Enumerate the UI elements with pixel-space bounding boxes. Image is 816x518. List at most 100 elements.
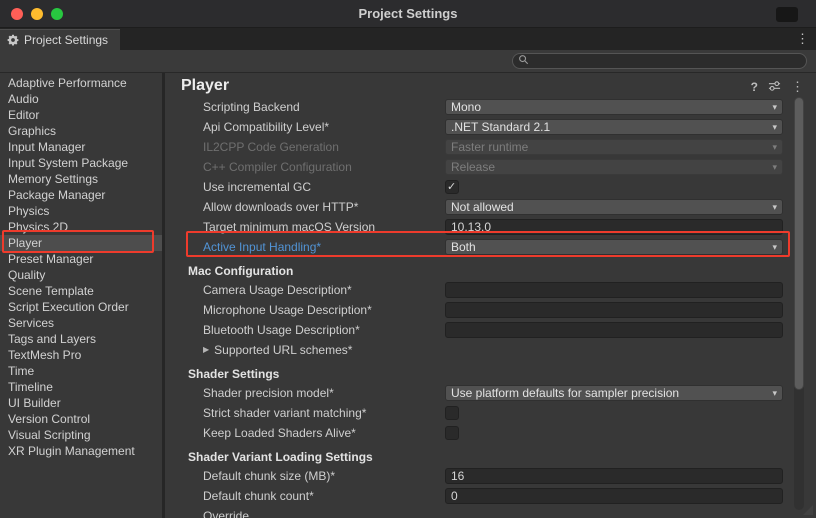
chevron-down-icon: ▾: [772, 162, 777, 173]
api-compatibility-level-dropdown[interactable]: .NET Standard 2.1 ▾: [445, 119, 783, 135]
row-shader-precision-model: Shader precision model* Use platform def…: [165, 383, 788, 403]
row-supported-url-schemes: ▶ Supported URL schemes*: [165, 340, 788, 360]
active-input-handling-dropdown[interactable]: Both ▾: [445, 239, 783, 255]
field-label: Microphone Usage Description*: [203, 303, 445, 317]
sidebar-item-preset-manager[interactable]: Preset Manager: [0, 251, 162, 267]
sidebar-item-tags-and-layers[interactable]: Tags and Layers: [0, 331, 162, 347]
section-mac-configuration: Mac Configuration: [165, 262, 788, 280]
sidebar-item-visual-scripting[interactable]: Visual Scripting: [0, 427, 162, 443]
row-cpp-compiler-configuration: C++ Compiler Configuration Release ▾: [165, 157, 788, 177]
player-settings-panel: Player ? ⋮ Scripting Backend Mono ▾: [165, 73, 816, 518]
window-title: Project Settings: [0, 6, 816, 21]
field-label: C++ Compiler Configuration: [203, 160, 445, 174]
section-title: Shader Settings: [188, 367, 279, 381]
panel-header: Player: [165, 75, 816, 97]
search-box[interactable]: [512, 53, 807, 69]
section-shader-variant-loading-settings: Shader Variant Loading Settings: [165, 448, 788, 466]
sidebar-item-audio[interactable]: Audio: [0, 91, 162, 107]
use-incremental-gc-checkbox[interactable]: ✓: [445, 180, 459, 194]
sidebar-item-input-manager[interactable]: Input Manager: [0, 139, 162, 155]
vertical-scrollbar[interactable]: [794, 97, 804, 510]
project-settings-window: Project Settings Project Settings ⋮ Adap…: [0, 0, 816, 518]
field-label: Keep Loaded Shaders Alive*: [203, 426, 445, 440]
chevron-down-icon: ▾: [772, 202, 777, 213]
sidebar-item-version-control[interactable]: Version Control: [0, 411, 162, 427]
sidebar-item-memory-settings[interactable]: Memory Settings: [0, 171, 162, 187]
resize-grip[interactable]: [803, 505, 813, 515]
titlebar: Project Settings: [0, 0, 816, 28]
sidebar-item-package-manager[interactable]: Package Manager: [0, 187, 162, 203]
shader-precision-model-dropdown[interactable]: Use platform defaults for sampler precis…: [445, 385, 783, 401]
row-strict-shader-variant-matching: Strict shader variant matching* ✓: [165, 403, 788, 423]
row-il2cpp-code-generation: IL2CPP Code Generation Faster runtime ▾: [165, 137, 788, 157]
tab-bar: Project Settings ⋮: [0, 28, 816, 50]
field-label: Strict shader variant matching*: [203, 406, 445, 420]
field-label: Use incremental GC: [203, 180, 445, 194]
strict-shader-variant-matching-checkbox[interactable]: ✓: [445, 406, 459, 420]
chevron-down-icon: ▾: [772, 102, 777, 113]
row-camera-usage-description: Camera Usage Description*: [165, 280, 788, 300]
panel-header-icons: ? ⋮: [751, 79, 804, 95]
row-bluetooth-usage-description: Bluetooth Usage Description*: [165, 320, 788, 340]
scripting-backend-dropdown[interactable]: Mono ▾: [445, 99, 783, 115]
sidebar-item-time[interactable]: Time: [0, 363, 162, 379]
sidebar-item-physics-2d[interactable]: Physics 2D: [0, 219, 162, 235]
field-label: Scripting Backend: [203, 100, 445, 114]
check-icon: ✓: [447, 181, 456, 193]
kebab-menu-icon[interactable]: ⋮: [791, 79, 804, 95]
sidebar-item-quality[interactable]: Quality: [0, 267, 162, 283]
field-label: Default chunk size (MB)*: [203, 469, 445, 483]
sidebar-item-input-system-package[interactable]: Input System Package: [0, 155, 162, 171]
field-label: Default chunk count*: [203, 489, 445, 503]
section-title: Shader Variant Loading Settings: [188, 450, 373, 464]
row-allow-downloads-over-http: Allow downloads over HTTP* Not allowed ▾: [165, 197, 788, 217]
foldout-arrow-icon[interactable]: ▶: [203, 345, 209, 354]
field-label: Api Compatibility Level*: [203, 120, 445, 134]
content: Adaptive Performance Audio Editor Graphi…: [0, 73, 816, 518]
section-title: Mac Configuration: [188, 264, 293, 278]
sidebar-item-scene-template[interactable]: Scene Template: [0, 283, 162, 299]
settings-rows: Scripting Backend Mono ▾ Api Compatibili…: [165, 97, 788, 518]
allow-downloads-over-http-dropdown[interactable]: Not allowed ▾: [445, 199, 783, 215]
cpp-compiler-configuration-dropdown: Release ▾: [445, 159, 783, 175]
camera-usage-description-field[interactable]: [445, 282, 783, 298]
supported-url-schemes-foldout[interactable]: Supported URL schemes*: [214, 343, 456, 357]
help-icon[interactable]: ?: [751, 80, 758, 94]
row-default-chunk-size: Default chunk size (MB)*: [165, 466, 788, 486]
sidebar-item-xr-plugin-management[interactable]: XR Plugin Management: [0, 443, 162, 459]
field-label: Camera Usage Description*: [203, 283, 445, 297]
sidebar-item-timeline[interactable]: Timeline: [0, 379, 162, 395]
il2cpp-code-generation-dropdown: Faster runtime ▾: [445, 139, 783, 155]
sidebar-item-ui-builder[interactable]: UI Builder: [0, 395, 162, 411]
default-chunk-count-field[interactable]: [445, 488, 783, 504]
vertical-scrollbar-thumb[interactable]: [794, 97, 804, 390]
microphone-usage-description-field[interactable]: [445, 302, 783, 318]
chevron-down-icon: ▾: [772, 142, 777, 153]
keep-loaded-shaders-alive-checkbox[interactable]: ✓: [445, 426, 459, 440]
target-minimum-macos-version-field[interactable]: [445, 219, 783, 235]
titlebar-button[interactable]: [776, 7, 798, 22]
presets-icon[interactable]: [768, 80, 781, 95]
field-label: Active Input Handling*: [203, 240, 445, 254]
field-label: Override: [203, 509, 445, 518]
sidebar-item-graphics[interactable]: Graphics: [0, 123, 162, 139]
default-chunk-size-field[interactable]: [445, 468, 783, 484]
field-label: Allow downloads over HTTP*: [203, 200, 445, 214]
row-target-minimum-macos-version: Target minimum macOS Version: [165, 217, 788, 237]
sidebar-item-player[interactable]: Player: [0, 235, 162, 251]
section-shader-settings: Shader Settings: [165, 365, 788, 383]
row-api-compatibility-level: Api Compatibility Level* .NET Standard 2…: [165, 117, 788, 137]
sidebar-item-textmesh-pro[interactable]: TextMesh Pro: [0, 347, 162, 363]
bluetooth-usage-description-field[interactable]: [445, 322, 783, 338]
sidebar-item-adaptive-performance[interactable]: Adaptive Performance: [0, 75, 162, 91]
field-label: IL2CPP Code Generation: [203, 140, 445, 154]
search-input[interactable]: [532, 55, 806, 67]
sidebar-item-physics[interactable]: Physics: [0, 203, 162, 219]
tab-project-settings[interactable]: Project Settings: [0, 29, 120, 50]
row-use-incremental-gc: Use incremental GC ✓: [165, 177, 788, 197]
sidebar-item-script-execution-order[interactable]: Script Execution Order: [0, 299, 162, 315]
gear-icon: [7, 34, 19, 46]
tab-kebab-menu-icon[interactable]: ⋮: [796, 31, 809, 47]
sidebar-item-editor[interactable]: Editor: [0, 107, 162, 123]
sidebar-item-services[interactable]: Services: [0, 315, 162, 331]
